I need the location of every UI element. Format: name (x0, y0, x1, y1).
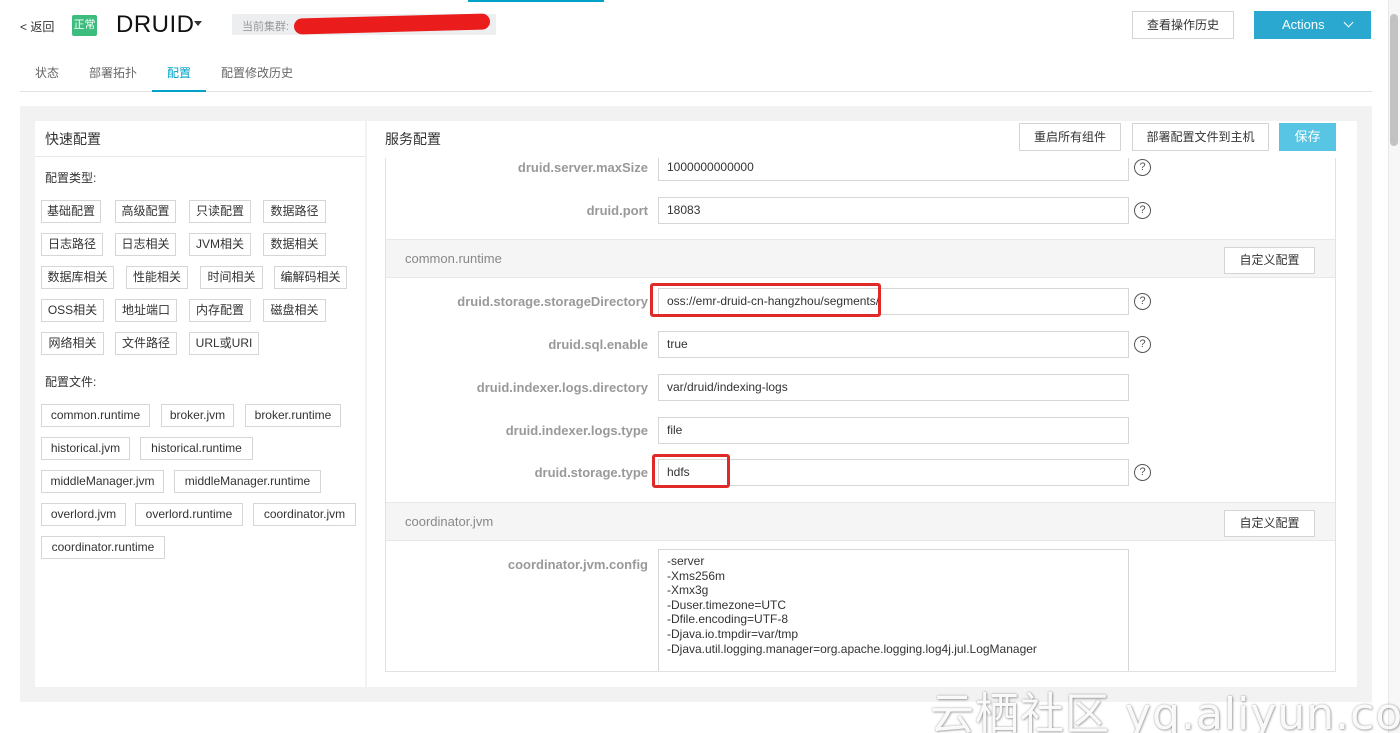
config-list: druid.server.maxSize 1000000000000 ? dru… (385, 158, 1336, 672)
prop-value-input[interactable]: true (658, 331, 1129, 358)
restart-all-button[interactable]: 重启所有组件 (1019, 123, 1121, 151)
type-chip[interactable]: 编解码相关 (274, 266, 347, 289)
quick-config-title: 快速配置 (45, 131, 101, 147)
type-chip[interactable]: 只读配置 (189, 200, 251, 223)
prop-label: druid.port (586, 203, 648, 218)
type-chip[interactable]: 数据相关 (263, 233, 326, 256)
type-chip[interactable]: 数据库相关 (41, 266, 114, 289)
type-chip[interactable]: OSS相关 (41, 299, 104, 322)
caret-down-icon[interactable] (194, 21, 202, 26)
type-chip[interactable]: JVM相关 (189, 233, 251, 256)
help-icon[interactable]: ? (1134, 202, 1151, 219)
view-history-button[interactable]: 查看操作历史 (1132, 11, 1234, 39)
prop-label: druid.storage.storageDirectory (457, 294, 648, 309)
scrollbar-thumb[interactable] (1390, 14, 1398, 146)
chevron-down-icon (1343, 17, 1354, 28)
save-button[interactable]: 保存 (1279, 123, 1336, 151)
type-chip[interactable]: 磁盘相关 (263, 299, 326, 322)
page-scrollbar[interactable] (1388, 0, 1400, 733)
file-chip[interactable]: historical.runtime (140, 437, 253, 460)
deploy-config-button[interactable]: 部署配置文件到主机 (1132, 123, 1269, 151)
type-chip[interactable]: 性能相关 (126, 266, 188, 289)
file-chip[interactable]: common.runtime (41, 404, 150, 427)
highlight-box (652, 454, 730, 488)
type-chip[interactable]: 数据路径 (263, 200, 326, 223)
tab-topology[interactable]: 部署拓扑 (89, 64, 137, 81)
section-title: common.runtime (405, 251, 502, 266)
service-config-title: 服务配置 (385, 131, 441, 147)
watermark: 云栖社区 yq.aliyun.com (930, 689, 1400, 733)
tabs-divider (20, 91, 1372, 92)
prop-value-input[interactable]: 18083 (658, 197, 1129, 224)
prop-value-input[interactable]: file (658, 417, 1129, 444)
file-chip[interactable]: broker.runtime (245, 404, 341, 427)
config-types-label: 配置类型: (45, 171, 97, 185)
jvm-config-line: -Xms256m (667, 568, 726, 583)
redaction-mark (293, 13, 491, 35)
config-files-label: 配置文件: (45, 375, 97, 389)
help-icon[interactable]: ? (1134, 464, 1151, 481)
highlight-box (650, 283, 881, 317)
back-link[interactable]: < 返回 (20, 18, 54, 35)
prop-label: druid.sql.enable (548, 337, 648, 352)
type-chip[interactable]: 日志路径 (41, 233, 103, 256)
current-cluster-label: 当前集群: (242, 21, 290, 33)
status-badge: 正常 (72, 15, 97, 36)
file-chip[interactable]: historical.jvm (41, 437, 130, 460)
file-chip[interactable]: coordinator.jvm (253, 503, 356, 526)
file-chip[interactable]: broker.jvm (161, 404, 234, 427)
prop-label: coordinator.jvm.config (507, 557, 648, 572)
type-chip[interactable]: 内存配置 (189, 299, 251, 322)
jvm-config-line: -Djava.io.tmpdir=var/tmp (667, 626, 799, 641)
prop-label: druid.indexer.logs.type (505, 423, 648, 438)
file-chip[interactable]: overlord.runtime (135, 503, 243, 526)
type-chip[interactable]: 文件路径 (115, 332, 177, 355)
jvm-config-line: -Duser.timezone=UTC (667, 597, 787, 612)
jvm-config-line: -Dfile.encoding=UTF-8 (667, 612, 789, 627)
type-chip[interactable]: URL或URI (189, 332, 259, 355)
file-chip[interactable]: middleManager.jvm (41, 470, 164, 493)
prop-value-input[interactable]: var/druid/indexing-logs (658, 374, 1129, 401)
type-chip[interactable]: 基础配置 (41, 200, 101, 223)
type-chip[interactable]: 时间相关 (200, 266, 263, 289)
prop-label: druid.storage.type (534, 465, 648, 480)
type-chip[interactable]: 高级配置 (115, 200, 176, 223)
jvm-config-line: -server (667, 554, 705, 568)
file-chip[interactable]: middleManager.runtime (174, 470, 321, 493)
active-tab-indicator (152, 90, 206, 92)
quick-config-panel: 快速配置 配置类型: 基础配置 高级配置 只读配置 数据路径 日志路径 日志相关… (35, 121, 365, 687)
jvm-config-textarea[interactable]: -server -Xms256m -Xmx3g -Duser.timezone=… (658, 549, 1129, 671)
help-icon[interactable]: ? (1134, 336, 1151, 353)
jvm-config-line: -Djava.util.logging.manager=org.apache.l… (667, 641, 1037, 656)
panel-divider (35, 156, 365, 157)
help-icon[interactable]: ? (1134, 159, 1151, 176)
top-accent-line (468, 0, 604, 2)
actions-label: Actions (1282, 17, 1325, 32)
custom-config-button[interactable]: 自定义配置 (1224, 510, 1315, 537)
tab-config[interactable]: 配置 (167, 64, 191, 81)
type-chip[interactable]: 地址端口 (115, 299, 177, 322)
type-chip[interactable]: 网络相关 (41, 332, 104, 355)
file-chip[interactable]: coordinator.runtime (41, 536, 165, 559)
prop-value-input[interactable]: 1000000000000 (658, 158, 1129, 181)
actions-button[interactable]: Actions (1254, 11, 1371, 39)
section-header: common.runtime 自定义配置 (386, 239, 1335, 278)
current-cluster-box: 当前集群: (232, 13, 496, 35)
service-title: DRUID (116, 11, 195, 38)
tab-status[interactable]: 状态 (35, 64, 59, 81)
service-config-panel: 服务配置 重启所有组件 部署配置文件到主机 保存 druid.server.ma… (367, 121, 1357, 687)
file-chip[interactable]: overlord.jvm (41, 503, 126, 526)
prop-label: druid.indexer.logs.directory (476, 380, 648, 395)
help-icon[interactable]: ? (1134, 293, 1151, 310)
jvm-config-line: -Xmx3g (667, 583, 709, 598)
type-chip[interactable]: 日志相关 (115, 233, 176, 256)
section-title: coordinator.jvm (405, 514, 494, 529)
prop-label: druid.server.maxSize (517, 160, 648, 175)
tab-config-history[interactable]: 配置修改历史 (221, 64, 293, 81)
section-header: coordinator.jvm 自定义配置 (386, 502, 1335, 541)
custom-config-button[interactable]: 自定义配置 (1224, 247, 1315, 274)
